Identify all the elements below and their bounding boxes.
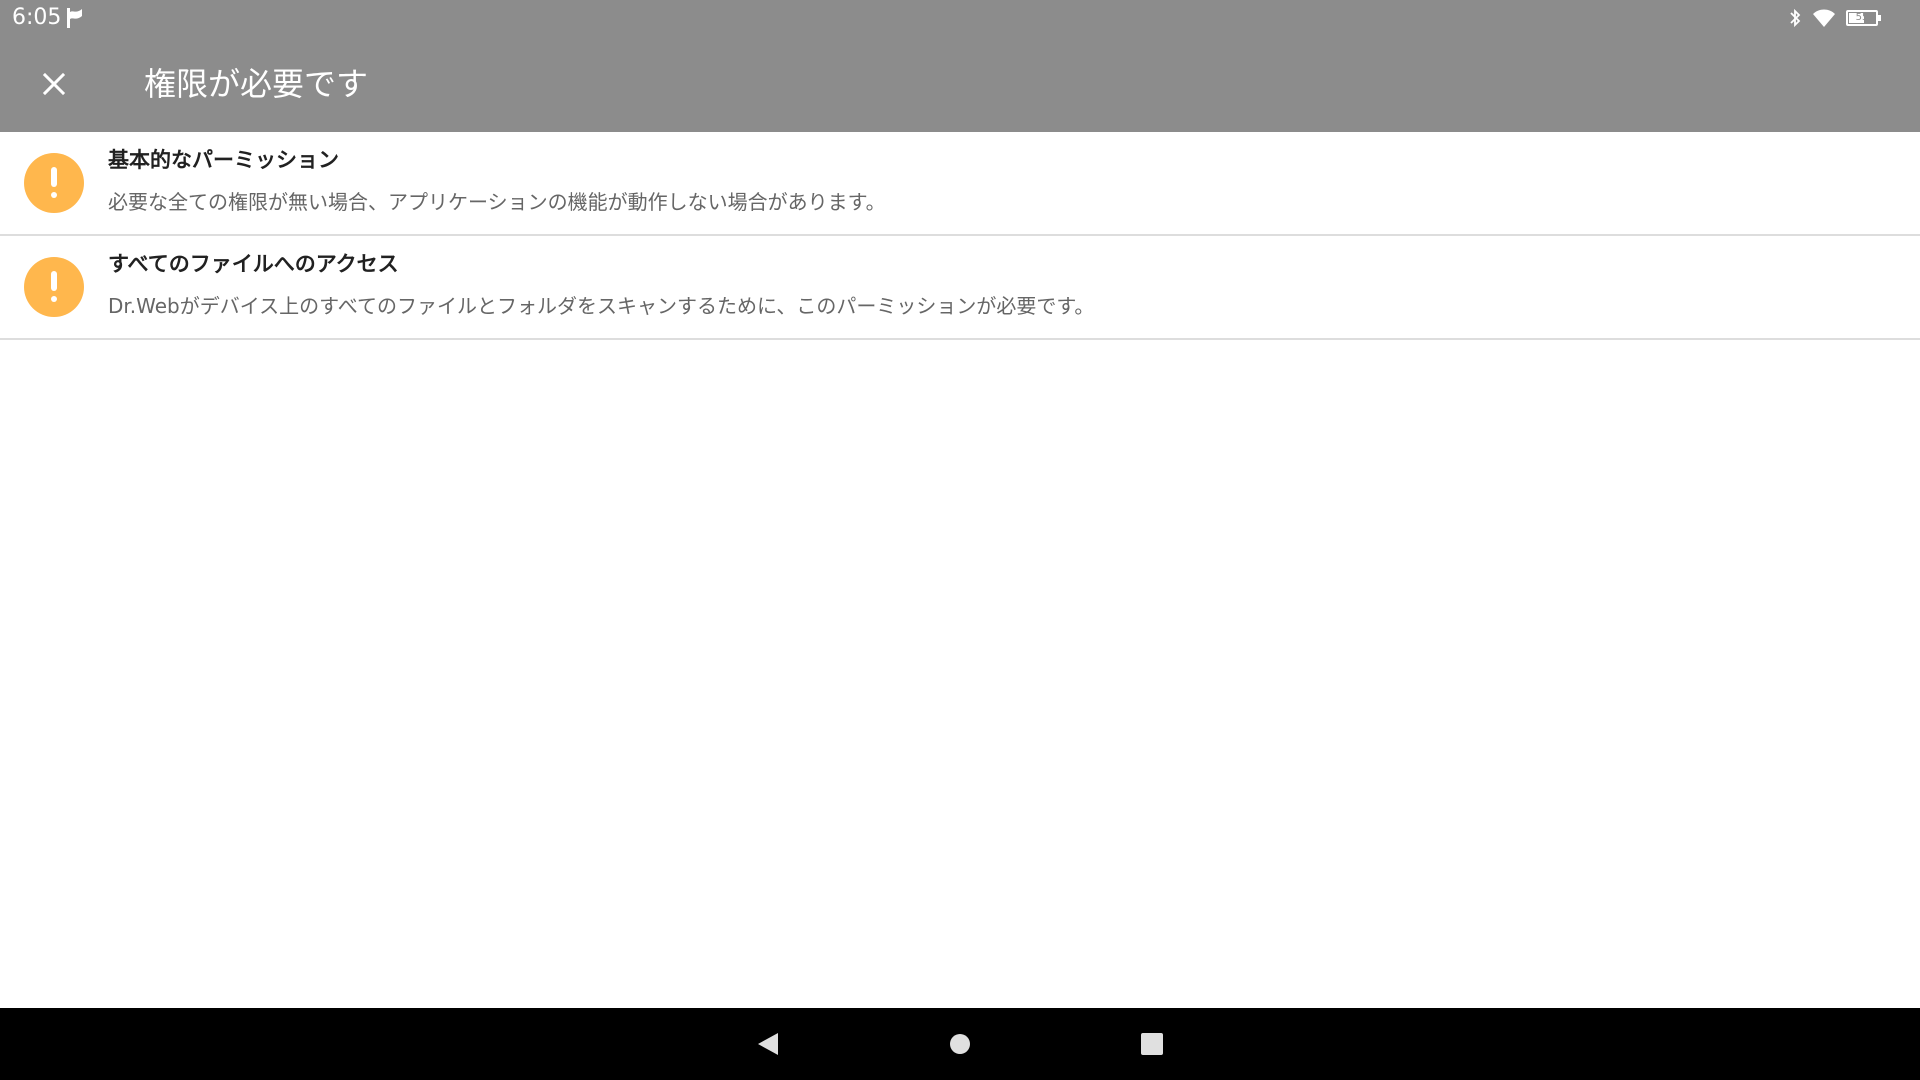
close-button[interactable] (30, 60, 78, 108)
permission-description: 必要な全ての権限が無い場合、アプリケーションの機能が動作しない場合があります。 (108, 190, 886, 214)
permission-description: Dr.Webがデバイス上のすべてのファイルとフォルダをスキャンするために、このパ… (108, 294, 1095, 318)
permission-item-all-files[interactable]: すべてのファイルへのアクセス Dr.Webがデバイス上のすべてのファイルとフォル… (0, 236, 1920, 340)
app-bar: 権限が必要です (0, 36, 1920, 132)
close-icon (42, 72, 66, 96)
battery-icon: 55 (1846, 10, 1881, 26)
wifi-icon (1813, 9, 1835, 27)
back-icon (758, 1033, 778, 1055)
recents-icon (1141, 1033, 1163, 1055)
warning-icon (24, 257, 84, 317)
battery-level: 55 (1855, 12, 1869, 23)
permission-list: 基本的なパーミッション 必要な全ての権限が無い場合、アプリケーションの機能が動作… (0, 132, 1920, 340)
page-title: 権限が必要です (144, 65, 369, 103)
permission-item-basic[interactable]: 基本的なパーミッション 必要な全ての権限が無い場合、アプリケーションの機能が動作… (0, 132, 1920, 236)
recents-button[interactable] (1128, 1020, 1176, 1068)
permission-title: すべてのファイルへのアクセス (108, 252, 399, 276)
status-icons: 55 (1788, 6, 1881, 30)
status-time: 6:05 (12, 5, 62, 30)
bluetooth-icon (1790, 8, 1801, 28)
navigation-bar (0, 1008, 1920, 1080)
home-button[interactable] (936, 1020, 984, 1068)
back-button[interactable] (744, 1020, 792, 1068)
warning-icon (24, 153, 84, 213)
status-bar: 6:05 55 (0, 0, 1920, 36)
flag-icon (67, 8, 82, 28)
home-icon (950, 1034, 970, 1054)
permission-title: 基本的なパーミッション (108, 148, 339, 172)
